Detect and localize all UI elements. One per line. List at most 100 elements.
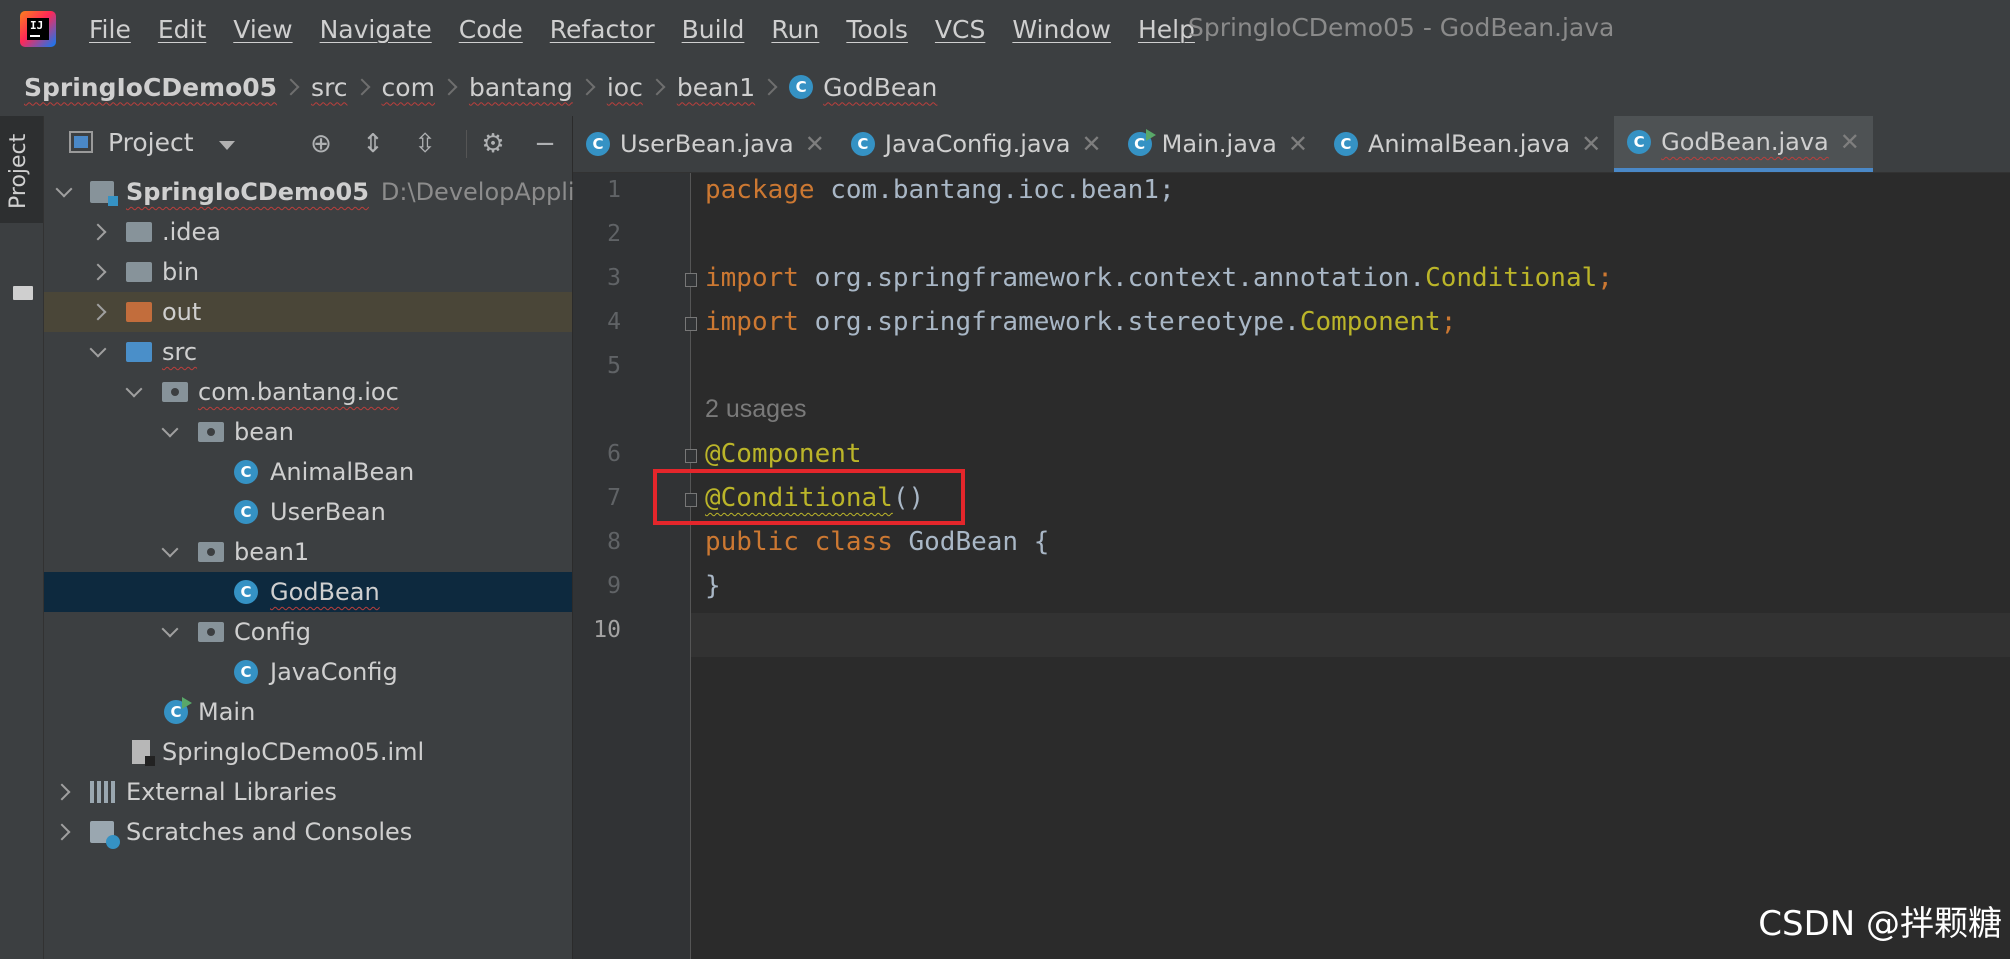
chevron-right-icon[interactable] <box>89 223 107 241</box>
menu-edit[interactable]: Edit <box>158 15 206 44</box>
project-panel-header: Project ⊕ ⇕ ⇳ ⚙ − <box>44 116 572 172</box>
menu-file[interactable]: File <box>89 15 131 44</box>
usages-hint[interactable]: 2 usages <box>705 395 806 424</box>
breadcrumb-project[interactable]: SpringIoCDemo05 <box>24 73 277 102</box>
menu-build[interactable]: Build <box>682 15 745 44</box>
tab-main[interactable]: C Main.java ✕ <box>1115 116 1321 172</box>
tree-item-label: bean1 <box>234 538 310 566</box>
project-tool-tab[interactable]: Project <box>0 116 43 223</box>
line-number: 8 <box>607 529 621 555</box>
chevron-down-icon[interactable] <box>161 620 179 638</box>
code-token: org.springframework.stereotype. <box>798 307 1300 337</box>
collapse-all-icon[interactable]: ⇳ <box>410 129 440 159</box>
fold-icon[interactable] <box>685 449 697 463</box>
menu-vcs[interactable]: VCS <box>935 15 985 44</box>
tree-item-bin[interactable]: bin <box>44 252 572 292</box>
tree-item-javaconfig[interactable]: C JavaConfig <box>44 652 572 692</box>
close-icon[interactable]: ✕ <box>1840 128 1860 156</box>
menu-refactor[interactable]: Refactor <box>550 15 655 44</box>
tree-item-label: bean <box>234 418 294 446</box>
tree-item-package-bean1[interactable]: bean1 <box>44 532 572 572</box>
chevron-right-icon[interactable] <box>89 263 107 281</box>
chevron-down-icon[interactable] <box>55 180 73 198</box>
tree-item-package-ioc[interactable]: com.bantang.ioc <box>44 372 572 412</box>
code-token: import <box>705 263 799 293</box>
tree-item-main[interactable]: C Main <box>44 692 572 732</box>
gear-icon[interactable]: ⚙ <box>478 129 508 159</box>
line-number: 4 <box>607 309 621 335</box>
excluded-folder-icon <box>126 302 152 322</box>
chevron-down-icon[interactable] <box>125 380 143 398</box>
menu-view[interactable]: View <box>233 15 292 44</box>
code-token: ; <box>1597 263 1613 293</box>
breadcrumb-bean1[interactable]: bean1 <box>677 73 755 102</box>
code-token: org.springframework.context.annotation. <box>798 263 1426 293</box>
class-icon: C <box>1333 132 1358 156</box>
menu-code[interactable]: Code <box>459 15 523 44</box>
tree-item-scratches[interactable]: Scratches and Consoles <box>44 812 572 852</box>
chevron-down-icon[interactable] <box>89 340 107 358</box>
code-editor[interactable]: 1 2 3 4 5 6 7 8 9 10 package com.bantang… <box>573 173 2010 959</box>
close-icon[interactable]: ✕ <box>1288 130 1308 158</box>
line-number: 9 <box>607 573 621 599</box>
tree-item-godbean[interactable]: C GodBean <box>44 572 572 612</box>
tree-item-package-bean[interactable]: bean <box>44 412 572 452</box>
breadcrumb-src[interactable]: src <box>311 73 348 102</box>
tab-godbean[interactable]: C GodBean.java ✕ <box>1614 116 1873 172</box>
chevron-right-icon[interactable] <box>89 303 107 321</box>
tree-item-label: External Libraries <box>126 778 337 806</box>
menu-tools[interactable]: Tools <box>846 15 908 44</box>
libraries-icon <box>90 781 116 803</box>
tool-window-stripe: Project <box>0 116 44 959</box>
tab-animalbean[interactable]: C AnimalBean.java ✕ <box>1321 116 1614 172</box>
tree-item-project-root[interactable]: SpringIoCDemo05 D:\DevelopApplica <box>44 172 603 212</box>
locate-target-icon[interactable]: ⊕ <box>306 129 336 159</box>
dropdown-caret-icon[interactable] <box>219 141 235 150</box>
tree-item-iml[interactable]: SpringIoCDemo05.iml <box>44 732 572 772</box>
code-token: package <box>705 175 815 205</box>
package-icon <box>198 542 224 562</box>
close-icon[interactable]: ✕ <box>805 130 825 158</box>
class-icon: C <box>234 460 258 484</box>
chevron-down-icon[interactable] <box>161 540 179 558</box>
tree-item-out[interactable]: out <box>44 292 572 332</box>
header-divider <box>466 130 467 158</box>
project-panel-title[interactable]: Project <box>108 128 194 157</box>
tree-item-label: .idea <box>162 218 222 246</box>
code-token: Component <box>1299 307 1441 337</box>
menu-help[interactable]: Help <box>1138 15 1195 44</box>
tab-javaconfig[interactable]: C JavaConfig.java ✕ <box>838 116 1115 172</box>
breadcrumb-bantang[interactable]: bantang <box>469 73 573 102</box>
project-tool-label: Project <box>6 133 31 209</box>
source-folder-icon <box>126 342 152 362</box>
close-icon[interactable]: ✕ <box>1082 130 1102 158</box>
breadcrumb-godbean[interactable]: GodBean <box>823 73 937 102</box>
fold-icon[interactable] <box>685 317 697 331</box>
tree-item-label: JavaConfig <box>270 658 398 686</box>
code-token: GodBean { <box>892 527 1050 557</box>
close-icon[interactable]: ✕ <box>1581 130 1601 158</box>
package-icon <box>198 622 224 642</box>
expand-all-icon[interactable]: ⇕ <box>358 129 388 159</box>
code-token: Conditional <box>1425 263 1598 293</box>
menu-window[interactable]: Window <box>1012 15 1111 44</box>
chevron-right-icon[interactable] <box>53 823 71 841</box>
menu-run[interactable]: Run <box>771 15 819 44</box>
project-view-icon <box>69 131 93 153</box>
fold-icon[interactable] <box>685 273 697 287</box>
tree-item-package-config[interactable]: Config <box>44 612 572 652</box>
runnable-class-icon: C <box>164 697 192 724</box>
tree-item-src[interactable]: src <box>44 332 572 372</box>
tree-item-idea[interactable]: .idea <box>44 212 572 252</box>
menu-bar: IJ File Edit View Navigate Code Refactor… <box>0 0 2010 58</box>
tab-userbean[interactable]: C UserBean.java ✕ <box>573 116 838 172</box>
breadcrumb-ioc[interactable]: ioc <box>607 73 643 102</box>
breadcrumb-com[interactable]: com <box>382 73 435 102</box>
chevron-down-icon[interactable] <box>161 420 179 438</box>
tree-item-external-libraries[interactable]: External Libraries <box>44 772 572 812</box>
menu-navigate[interactable]: Navigate <box>320 15 432 44</box>
minimize-icon[interactable]: − <box>530 129 560 159</box>
chevron-right-icon[interactable] <box>53 783 71 801</box>
tree-item-animalbean[interactable]: C AnimalBean <box>44 452 572 492</box>
tree-item-userbean[interactable]: C UserBean <box>44 492 572 532</box>
